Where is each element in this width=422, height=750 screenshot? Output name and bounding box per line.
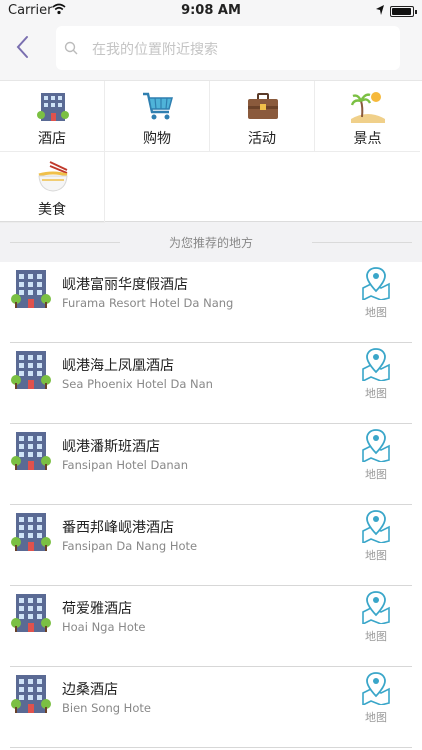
place-subtitle: Furama Resort Hotel Da Nang xyxy=(62,296,234,310)
recommended-section-header: 为您推荐的地方 xyxy=(0,226,422,260)
list-item[interactable]: 岘港海上凤凰酒店 Sea Phoenix Hotel Da Nan 地图 xyxy=(0,343,422,424)
navigation-bar: 在我的位置附近搜索 xyxy=(0,22,422,80)
category-attractions[interactable]: 景点 xyxy=(315,81,420,152)
back-arrow-icon[interactable] xyxy=(12,34,34,60)
hotel-building-icon xyxy=(37,93,69,121)
place-subtitle: Hoai Nga Hote xyxy=(62,620,146,634)
map-pin-icon xyxy=(362,672,390,706)
hotel-building-icon xyxy=(11,675,51,713)
noodle-bowl-icon xyxy=(38,161,68,192)
category-food[interactable]: 美食 xyxy=(0,152,105,223)
clock: 9:08 AM xyxy=(181,3,241,18)
search-placeholder: 在我的位置附近搜索 xyxy=(92,42,218,58)
hotel-building-icon xyxy=(11,513,51,551)
map-button[interactable]: 地图 xyxy=(358,428,394,484)
category-label: 景点 xyxy=(353,131,382,147)
battery-icon xyxy=(390,6,417,17)
map-button[interactable]: 地图 xyxy=(358,671,394,727)
hotel-building-icon xyxy=(11,270,51,308)
list-item[interactable]: 岘港富丽华度假酒店 Furama Resort Hotel Da Nang 地图 xyxy=(0,262,422,343)
beach-palm-icon xyxy=(351,92,385,123)
place-name: 岘港潘斯班酒店 xyxy=(62,439,160,455)
category-label: 购物 xyxy=(143,131,171,147)
map-label: 地图 xyxy=(365,549,387,562)
hotel-building-icon xyxy=(11,432,51,470)
map-label: 地图 xyxy=(365,630,387,643)
category-grid: 酒店 购物 活动 景点 美食 xyxy=(0,80,422,223)
place-subtitle: Fansipan Da Nang Hote xyxy=(62,539,198,553)
map-button[interactable]: 地图 xyxy=(358,266,394,322)
list-item[interactable]: 岘港潘斯班酒店 Fansipan Hotel Danan 地图 xyxy=(0,424,422,505)
place-subtitle: Bien Song Hote xyxy=(62,701,151,715)
map-label: 地图 xyxy=(365,306,387,319)
map-button[interactable]: 地图 xyxy=(358,347,394,403)
place-name: 岘港富丽华度假酒店 xyxy=(62,277,188,293)
map-label: 地图 xyxy=(365,468,387,481)
map-button[interactable]: 地图 xyxy=(358,509,394,565)
divider xyxy=(312,242,412,243)
category-activities[interactable]: 活动 xyxy=(210,81,315,152)
briefcase-icon xyxy=(248,93,278,119)
place-name: 番西邦峰岘港酒店 xyxy=(62,520,174,536)
list-item[interactable]: 边桑酒店 Bien Song Hote 地图 xyxy=(0,667,422,748)
search-icon xyxy=(64,41,78,55)
place-list: 岘港富丽华度假酒店 Furama Resort Hotel Da Nang 地图… xyxy=(0,262,422,750)
status-bar: Carrier 9:08 AM xyxy=(0,0,422,22)
map-label: 地图 xyxy=(365,711,387,724)
map-pin-icon xyxy=(362,429,390,463)
category-hotel[interactable]: 酒店 xyxy=(0,81,105,152)
hotel-building-icon xyxy=(11,594,51,632)
map-pin-icon xyxy=(362,267,390,301)
category-label: 活动 xyxy=(248,131,276,147)
hotel-building-icon xyxy=(11,351,51,389)
map-pin-icon xyxy=(362,510,390,544)
list-item[interactable]: 荷爱雅酒店 Hoai Nga Hote 地图 xyxy=(0,586,422,667)
list-item[interactable]: 番西邦峰岘港酒店 Fansipan Da Nang Hote 地图 xyxy=(0,505,422,586)
place-subtitle: Sea Phoenix Hotel Da Nan xyxy=(62,377,213,391)
shopping-cart-icon xyxy=(143,92,173,120)
map-pin-icon xyxy=(362,591,390,625)
map-pin-icon xyxy=(362,348,390,382)
divider xyxy=(10,747,412,748)
category-shopping[interactable]: 购物 xyxy=(105,81,210,152)
place-name: 荷爱雅酒店 xyxy=(62,601,132,617)
map-label: 地图 xyxy=(365,387,387,400)
location-arrow-icon xyxy=(376,5,384,15)
place-subtitle: Fansipan Hotel Danan xyxy=(62,458,189,472)
category-label: 酒店 xyxy=(38,131,66,147)
search-input[interactable]: 在我的位置附近搜索 xyxy=(56,26,400,70)
place-name: 岘港海上凤凰酒店 xyxy=(62,358,174,374)
category-label: 美食 xyxy=(38,202,66,218)
map-button[interactable]: 地图 xyxy=(358,590,394,646)
place-name: 边桑酒店 xyxy=(62,682,118,698)
